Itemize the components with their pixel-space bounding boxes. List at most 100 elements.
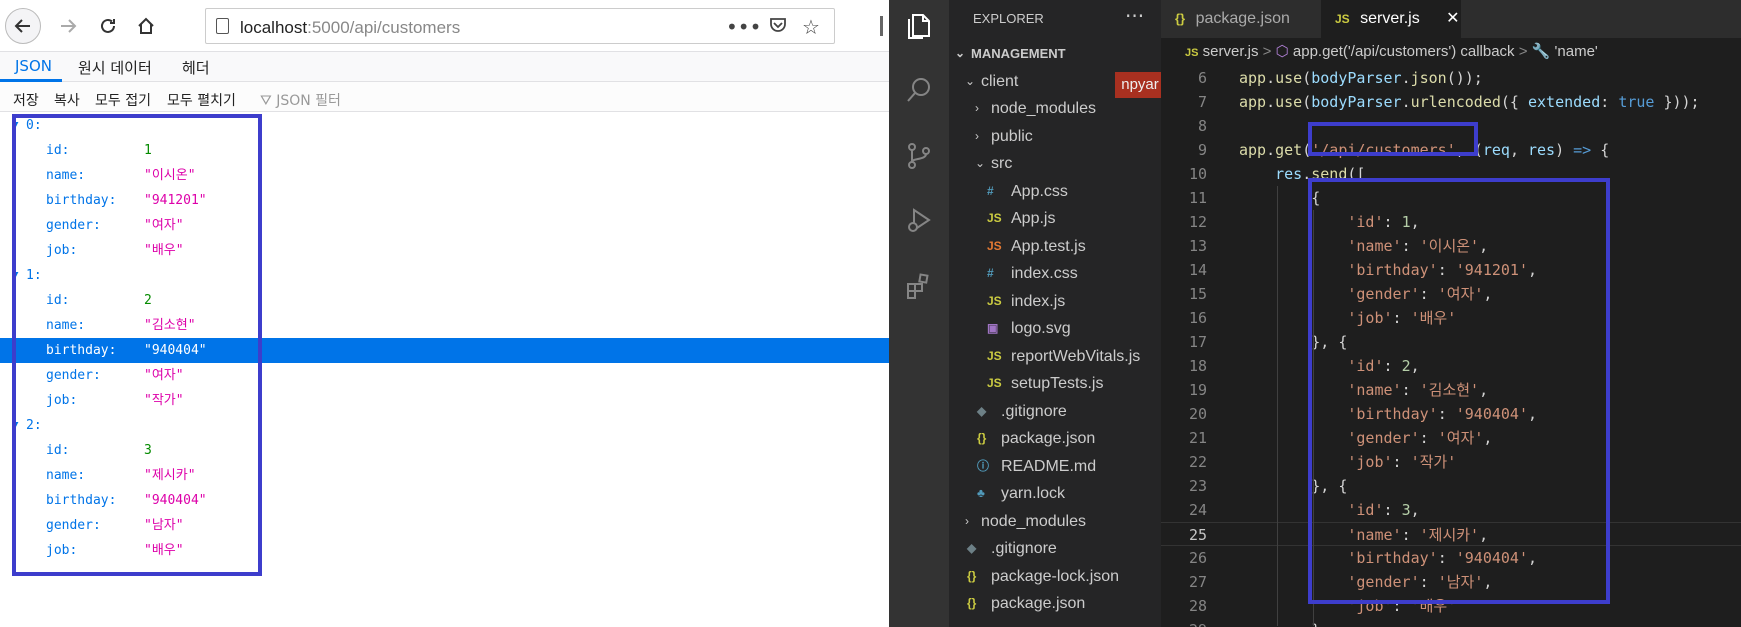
tree-item[interactable]: › public bbox=[949, 123, 1161, 151]
json-field-row[interactable]: birthday: "940404" bbox=[0, 488, 889, 513]
tree-item[interactable]: {} package-lock.json bbox=[949, 563, 1161, 591]
extensions-icon[interactable] bbox=[901, 268, 937, 304]
code-line[interactable]: 21 'gender': '여자', bbox=[1161, 426, 1741, 450]
json-field-row[interactable]: gender: "여자" bbox=[0, 363, 889, 388]
tree-item[interactable]: ♣ yarn.lock bbox=[949, 480, 1161, 508]
home-button[interactable] bbox=[128, 8, 164, 44]
url-text[interactable]: localhost:5000/api/customers bbox=[240, 18, 460, 38]
url-bar[interactable]: localhost:5000/api/customers ••• ☆ bbox=[205, 8, 835, 44]
json-object-row[interactable]: ▼ 2: bbox=[0, 413, 889, 438]
expand-toggle-icon[interactable]: ▼ bbox=[13, 413, 18, 438]
code-line[interactable]: 8 bbox=[1161, 114, 1741, 138]
tree-item[interactable]: ▣ logo.svg bbox=[949, 315, 1161, 343]
breadcrumb-function[interactable]: app.get('/api/customers') callback bbox=[1293, 43, 1515, 60]
json-field-row[interactable]: id: 2 bbox=[0, 288, 889, 313]
source-control-icon[interactable] bbox=[901, 138, 937, 174]
expand-toggle-icon[interactable]: ▼ bbox=[13, 263, 18, 288]
json-object-row[interactable]: ▼ 0: bbox=[0, 113, 889, 138]
back-button[interactable] bbox=[5, 8, 41, 44]
json-field-row[interactable]: gender: "여자" bbox=[0, 213, 889, 238]
breadcrumb-file[interactable]: server.js bbox=[1203, 43, 1259, 60]
code-line[interactable]: 27 'gender': '남자', bbox=[1161, 570, 1741, 594]
search-icon[interactable] bbox=[901, 72, 937, 108]
code-line[interactable]: 12 'id': 1, bbox=[1161, 210, 1741, 234]
breadcrumb-property[interactable]: 'name' bbox=[1555, 43, 1598, 60]
tree-item[interactable]: {} package.json bbox=[949, 425, 1161, 453]
json-field-row[interactable]: birthday: "940404" bbox=[0, 338, 889, 363]
json-field-row[interactable]: job: "배우" bbox=[0, 538, 889, 563]
json-field-row[interactable]: id: 1 bbox=[0, 138, 889, 163]
code-line[interactable]: 7 app.use(bodyParser.urlencoded({ extende… bbox=[1161, 90, 1741, 114]
code-line[interactable]: 24 'id': 3, bbox=[1161, 498, 1741, 522]
tree-item[interactable]: JS reportWebVitals.js bbox=[949, 343, 1161, 371]
bookmark-star-icon[interactable]: ☆ bbox=[802, 15, 820, 39]
json-field-row[interactable]: gender: "남자" bbox=[0, 513, 889, 538]
chevron-down-icon[interactable]: ⌄ bbox=[955, 40, 965, 68]
run-debug-icon[interactable] bbox=[901, 202, 937, 238]
chevron-down-icon[interactable]: ⌄ bbox=[965, 68, 975, 96]
code-line[interactable]: 20 'birthday': '940404', bbox=[1161, 402, 1741, 426]
expand-toggle-icon[interactable]: ▼ bbox=[13, 113, 18, 138]
code-line[interactable]: 17 }, { bbox=[1161, 330, 1741, 354]
copy-button[interactable]: 복사 bbox=[54, 90, 80, 110]
tree-item[interactable]: ⓘ README.md bbox=[949, 453, 1161, 481]
more-icon[interactable]: ••• bbox=[726, 15, 761, 39]
json-field-row[interactable]: id: 3 bbox=[0, 438, 889, 463]
tree-item[interactable]: ◆ .gitignore bbox=[949, 398, 1161, 426]
code-lines[interactable]: 6 app.use(bodyParser.json()); 7 app.use(bod… bbox=[1161, 66, 1741, 627]
code-line[interactable]: 15 'gender': '여자', bbox=[1161, 282, 1741, 306]
code-line[interactable]: 26 'birthday': '940404', bbox=[1161, 546, 1741, 570]
code-line[interactable]: 11 { bbox=[1161, 186, 1741, 210]
code-line[interactable]: 23 }, { bbox=[1161, 474, 1741, 498]
close-icon[interactable]: ✕ bbox=[1446, 10, 1459, 27]
code-line[interactable]: 16 'job': '배우' bbox=[1161, 306, 1741, 330]
chevron-right-icon[interactable]: › bbox=[975, 123, 979, 151]
pocket-icon[interactable] bbox=[768, 15, 788, 40]
json-field-row[interactable]: job: "작가" bbox=[0, 388, 889, 413]
chevron-right-icon[interactable]: › bbox=[975, 95, 979, 123]
chevron-right-icon[interactable]: › bbox=[965, 508, 969, 536]
json-field-row[interactable]: name: "제시카" bbox=[0, 463, 889, 488]
json-field-row[interactable]: birthday: "941201" bbox=[0, 188, 889, 213]
code-line[interactable]: 10 res.send([ bbox=[1161, 162, 1741, 186]
forward-button[interactable] bbox=[50, 8, 86, 44]
reload-button[interactable] bbox=[90, 8, 126, 44]
expand-all-button[interactable]: 모두 펼치기 bbox=[167, 90, 236, 110]
tree-item[interactable]: JS setupTests.js bbox=[949, 370, 1161, 398]
tab-server-js[interactable]: JS server.js ✕ bbox=[1321, 0, 1461, 38]
json-filter-input[interactable]: ⛛ JSON 필터 bbox=[260, 90, 341, 110]
code-line[interactable]: 22 'job': '작가' bbox=[1161, 450, 1741, 474]
tree-item[interactable]: JS index.js bbox=[949, 288, 1161, 316]
tree-item[interactable]: {} package.json bbox=[949, 590, 1161, 618]
code-line[interactable]: 25 'name': '제시카', bbox=[1161, 522, 1741, 546]
tab-raw-data[interactable]: 원시 데이터 bbox=[78, 57, 152, 78]
tab-headers[interactable]: 헤더 bbox=[182, 57, 210, 78]
code-line[interactable]: 18 'id': 2, bbox=[1161, 354, 1741, 378]
json-field-row[interactable]: name: "김소현" bbox=[0, 313, 889, 338]
save-button[interactable]: 저장 bbox=[13, 90, 39, 110]
tree-item[interactable]: ◆ .gitignore bbox=[949, 535, 1161, 563]
tree-item[interactable]: › node_modules bbox=[949, 95, 1161, 123]
tree-item[interactable]: ⌄ src bbox=[949, 150, 1161, 178]
collapse-all-button[interactable]: 모두 접기 bbox=[95, 90, 151, 110]
code-line[interactable]: 6 app.use(bodyParser.json()); bbox=[1161, 66, 1741, 90]
tree-item[interactable]: JS App.test.js bbox=[949, 233, 1161, 261]
tree-item[interactable]: › node_modules bbox=[949, 508, 1161, 536]
code-line[interactable]: 13 'name': '이시온', bbox=[1161, 234, 1741, 258]
code-line[interactable]: 14 'birthday': '941201', bbox=[1161, 258, 1741, 282]
code-line[interactable]: 28 'job': '배우' bbox=[1161, 594, 1741, 618]
code-line[interactable]: 19 'name': '김소현', bbox=[1161, 378, 1741, 402]
tree-item[interactable]: # index.css bbox=[949, 260, 1161, 288]
explorer-icon[interactable] bbox=[901, 8, 937, 44]
tree-item[interactable]: # App.css bbox=[949, 178, 1161, 206]
more-actions-icon[interactable]: ··· bbox=[1125, 4, 1144, 28]
tab-json[interactable]: JSON bbox=[15, 57, 52, 75]
code-line[interactable]: 9 app.get('/api/customers', (req, res) =>… bbox=[1161, 138, 1741, 162]
json-field-row[interactable]: name: "이시온" bbox=[0, 163, 889, 188]
json-field-row[interactable]: job: "배우" bbox=[0, 238, 889, 263]
tree-item[interactable]: ⌄ MANAGEMENT bbox=[949, 40, 1161, 68]
chevron-down-icon[interactable]: ⌄ bbox=[975, 150, 985, 178]
tree-item[interactable]: JS App.js bbox=[949, 205, 1161, 233]
tab-package-json[interactable]: {} package.json bbox=[1161, 0, 1321, 38]
json-object-row[interactable]: ▼ 1: bbox=[0, 263, 889, 288]
